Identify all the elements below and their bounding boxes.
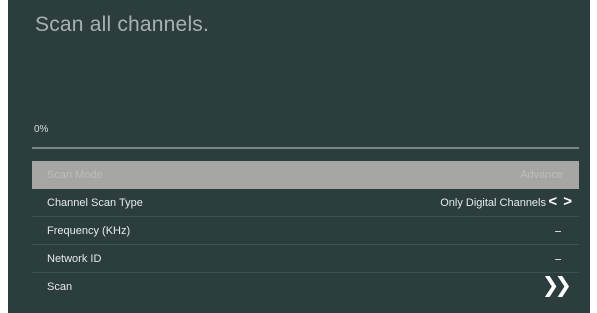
double-chevron-right-icon[interactable]: ❯❯ <box>542 274 572 298</box>
menu-item-channel-scan-type[interactable]: Channel Scan Type Only Digital Channels … <box>32 189 579 217</box>
channel-scan-type-label: Channel Scan Type <box>47 197 143 209</box>
scan-label: Scan <box>47 281 73 293</box>
menu-item-network-id[interactable]: Network ID <box>32 245 579 273</box>
frequency-value-placeholder <box>555 231 561 232</box>
network-id-value-placeholder <box>555 259 561 260</box>
menu-item-scan[interactable]: Scan ❯❯ <box>32 273 579 301</box>
scan-mode-value: Advance <box>520 169 563 181</box>
menu-item-frequency[interactable]: Frequency (KHz) <box>32 217 579 245</box>
page-title: Scan all channels. <box>35 13 210 36</box>
scan-mode-label: Scan Mode <box>47 169 103 181</box>
network-id-label: Network ID <box>47 253 102 265</box>
scan-channels-screen: Scan all channels. 0% Scan Mode Advance … <box>8 0 590 313</box>
menu-item-scan-mode: Scan Mode Advance <box>32 161 579 189</box>
progress-bar <box>32 147 579 149</box>
progress-percent-label: 0% <box>34 124 49 135</box>
channel-scan-type-value: Only Digital Channels <box>440 197 546 209</box>
chevron-left-right-icon[interactable]: < > <box>548 193 573 210</box>
frequency-label: Frequency (KHz) <box>47 225 131 237</box>
scan-settings-menu: Scan Mode Advance Channel Scan Type Only… <box>32 161 579 301</box>
